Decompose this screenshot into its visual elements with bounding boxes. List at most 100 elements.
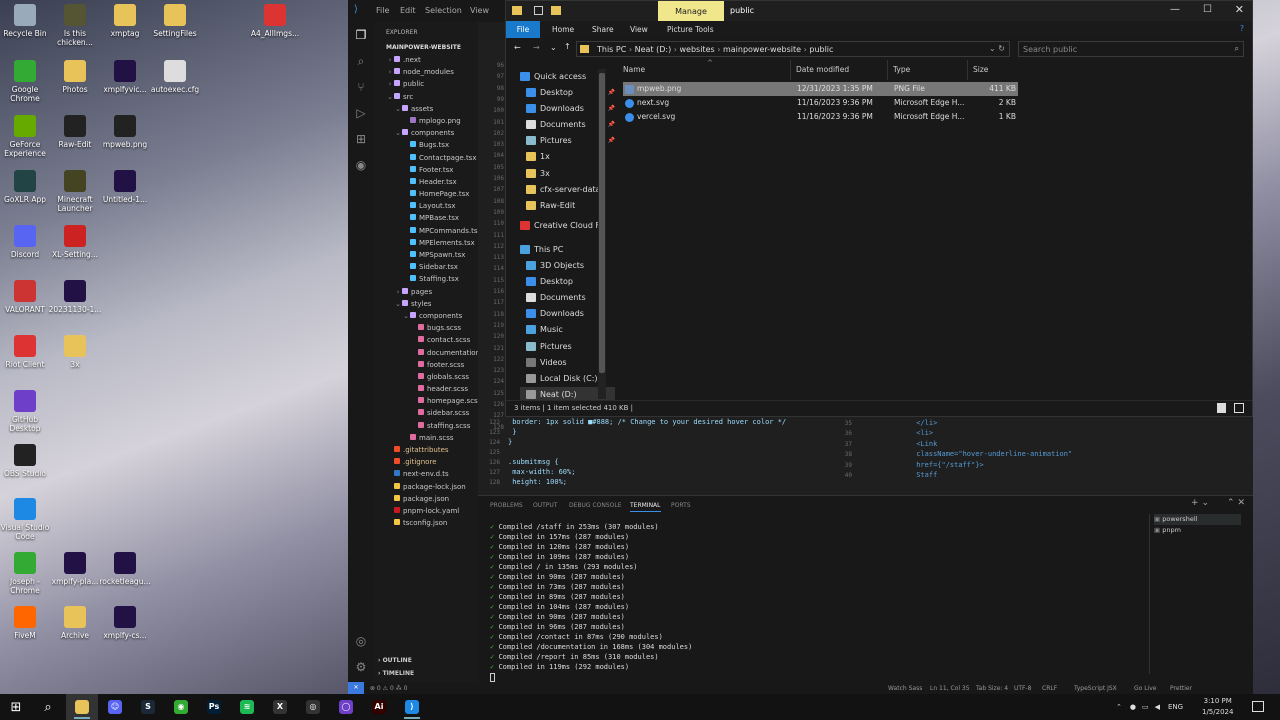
language-mode[interactable]: TypeScript JSX — [1074, 685, 1117, 692]
ribbon-share[interactable]: Share — [592, 25, 614, 34]
breadcrumb-item[interactable]: Neat (D:) — [635, 45, 672, 54]
tree-item[interactable]: Bugs.tsx — [374, 139, 478, 151]
tree-item[interactable]: main.scss — [374, 432, 478, 444]
panel-tab[interactable]: PORTS — [671, 502, 691, 509]
column-header[interactable]: Date modified — [796, 65, 849, 74]
menu-selection[interactable]: Selection — [425, 6, 462, 15]
account-icon[interactable]: ◎ — [348, 628, 374, 654]
language-indicator[interactable]: ENG — [1168, 703, 1183, 711]
desktop-icon[interactable]: Minecraft Launcher — [47, 170, 103, 213]
timeline-section[interactable]: › TIMELINE — [378, 670, 414, 677]
search-icon[interactable]: ⌕ — [348, 48, 374, 74]
breadcrumb-item[interactable]: websites — [680, 45, 715, 54]
search-button[interactable]: ⌕ — [32, 694, 64, 720]
desktop-icon[interactable]: Recycle Bin — [0, 4, 53, 38]
desktop-icon[interactable]: FiveM — [0, 606, 53, 640]
desktop-icon[interactable]: rocketleagu... — [97, 552, 153, 586]
details-view-icon[interactable] — [1217, 403, 1226, 413]
code-left[interactable]: 122 border: 1px solid ■#888; /* Change t… — [482, 418, 832, 488]
tree-item[interactable]: Footer.tsx — [374, 164, 478, 176]
tree-item[interactable]: header.scss — [374, 383, 478, 395]
files-icon[interactable]: ❐ — [348, 22, 374, 48]
manage-tab[interactable]: Manage — [658, 1, 724, 21]
terminal-instance[interactable]: ▣ powershell — [1154, 514, 1241, 525]
tree-item[interactable]: contact.scss — [374, 334, 478, 346]
github-icon[interactable]: ◉ — [348, 152, 374, 178]
encoding[interactable]: UTF-8 — [1014, 685, 1032, 692]
tree-item[interactable]: next-env.d.ts — [374, 468, 478, 480]
tree-item[interactable]: documentation.s... — [374, 347, 478, 359]
desktop-icon[interactable]: xmplfy-pla... — [47, 552, 103, 586]
extensions-icon[interactable]: ⊞ — [348, 126, 374, 152]
tree-item[interactable]: sidebar.scss — [374, 407, 478, 419]
taskbar-app[interactable]: S — [132, 694, 164, 720]
menu-edit[interactable]: Edit — [400, 6, 416, 15]
taskbar-app[interactable]: Ai — [363, 694, 395, 720]
desktop-icon[interactable]: OBS Studio — [0, 444, 53, 478]
problems-count[interactable]: ⊗ 0 ⚠ 0 ⁂ 0 — [370, 685, 407, 692]
go-live[interactable]: Go Live — [1134, 685, 1156, 692]
file-row[interactable]: vercel.svg 11/16/2023 9:36 PM Microsoft Ed… — [623, 110, 1018, 124]
up-icon[interactable]: ↑ — [564, 42, 571, 51]
tree-item[interactable]: ⌄ components — [374, 310, 478, 322]
tree-item[interactable]: ⌄ styles — [374, 298, 478, 310]
taskbar-app[interactable]: ◯ — [330, 694, 362, 720]
tree-item[interactable]: bugs.scss — [374, 322, 478, 334]
search-box[interactable]: Search public ⌕ — [1018, 41, 1244, 57]
outline-section[interactable]: › OUTLINE — [378, 657, 412, 664]
taskbar-app[interactable]: X — [264, 694, 296, 720]
taskbar-app[interactable]: ⟩ — [396, 694, 428, 720]
system-tray[interactable]: ⌃ ● ▭ ◀ ENG — [1116, 694, 1183, 720]
address-bar[interactable]: This PC › Neat (D:) › websites › mainpow… — [576, 41, 1010, 57]
breadcrumb-item[interactable]: mainpower-website — [723, 45, 801, 54]
tree-item[interactable]: MPCommands.tsx — [374, 225, 478, 237]
recent-icon[interactable]: ⌄ — [550, 43, 557, 52]
ribbon-picture-tools[interactable]: Picture Tools — [667, 25, 714, 34]
gear-icon[interactable]: ⚙ — [348, 654, 374, 680]
new-terminal-icon[interactable]: + ⌄ — [1191, 498, 1209, 508]
breadcrumb-item[interactable]: public — [809, 45, 833, 54]
desktop-icon[interactable]: Raw-Edit — [47, 115, 103, 149]
tree-item[interactable]: MPElements.tsx — [374, 237, 478, 249]
taskbar-app[interactable]: ≋ — [231, 694, 263, 720]
panel-tab[interactable]: DEBUG CONSOLE — [569, 502, 622, 509]
terminal-instance[interactable]: ▣ pnpm — [1154, 525, 1241, 536]
minimize-icon[interactable]: — — [1170, 4, 1180, 15]
nav-scrollbar[interactable] — [598, 69, 606, 399]
desktop-icon[interactable]: A4_AllImgs... — [247, 4, 303, 38]
taskbar-app[interactable]: Ps — [198, 694, 230, 720]
desktop-icon[interactable]: Photos — [47, 60, 103, 94]
code-right[interactable]: 34 </Link>35 </li>36 <li>37 <Link38 clas… — [838, 408, 1218, 482]
close-icon[interactable]: ✕ — [1235, 3, 1244, 16]
tree-item[interactable]: tsconfig.json — [374, 517, 478, 529]
thumbnail-view-icon[interactable] — [1234, 403, 1244, 413]
panel-tab[interactable]: PROBLEMS — [490, 502, 523, 509]
desktop-icon[interactable]: 20231130-1... — [47, 280, 103, 314]
terminal-output[interactable]: ✓ Compiled /staff in 253ms (307 modules)… — [490, 522, 692, 682]
ribbon-view[interactable]: View — [630, 25, 648, 34]
tree-item[interactable]: Header.tsx — [374, 176, 478, 188]
back-icon[interactable]: ← — [514, 43, 521, 52]
desktop-icon[interactable]: Untitled-1... — [97, 170, 153, 204]
tree-item[interactable]: ⌄ components — [374, 127, 478, 139]
tree-item[interactable]: Sidebar.tsx — [374, 261, 478, 273]
desktop-icon[interactable]: mpweb.png — [97, 115, 153, 149]
tree-item[interactable]: Contactpage.tsx — [374, 152, 478, 164]
refresh-icon[interactable]: ⌄ ↻ — [989, 44, 1005, 53]
remote-icon[interactable]: ✕ — [348, 682, 364, 694]
workspace-root[interactable]: MAINPOWER-WEBSITE — [374, 42, 478, 54]
desktop-icon[interactable]: SettingFiles — [147, 4, 203, 38]
tree-item[interactable]: footer.scss — [374, 359, 478, 371]
tree-item[interactable]: › .next — [374, 54, 478, 66]
tree-item[interactable]: .gitignore — [374, 456, 478, 468]
column-header[interactable]: Size — [973, 65, 988, 74]
desktop-icon[interactable]: xmptag — [97, 4, 153, 38]
taskbar-app[interactable] — [66, 694, 98, 720]
source-control-icon[interactable]: ⑂ — [348, 74, 374, 100]
chevron-up-icon[interactable]: ⌃ — [1116, 703, 1122, 711]
prettier[interactable]: Prettier — [1170, 685, 1192, 692]
taskbar-app[interactable]: ◉ — [165, 694, 197, 720]
tree-item[interactable]: globals.scss — [374, 371, 478, 383]
tree-item[interactable]: › pages — [374, 286, 478, 298]
tree-item[interactable]: MPBase.tsx — [374, 212, 478, 224]
